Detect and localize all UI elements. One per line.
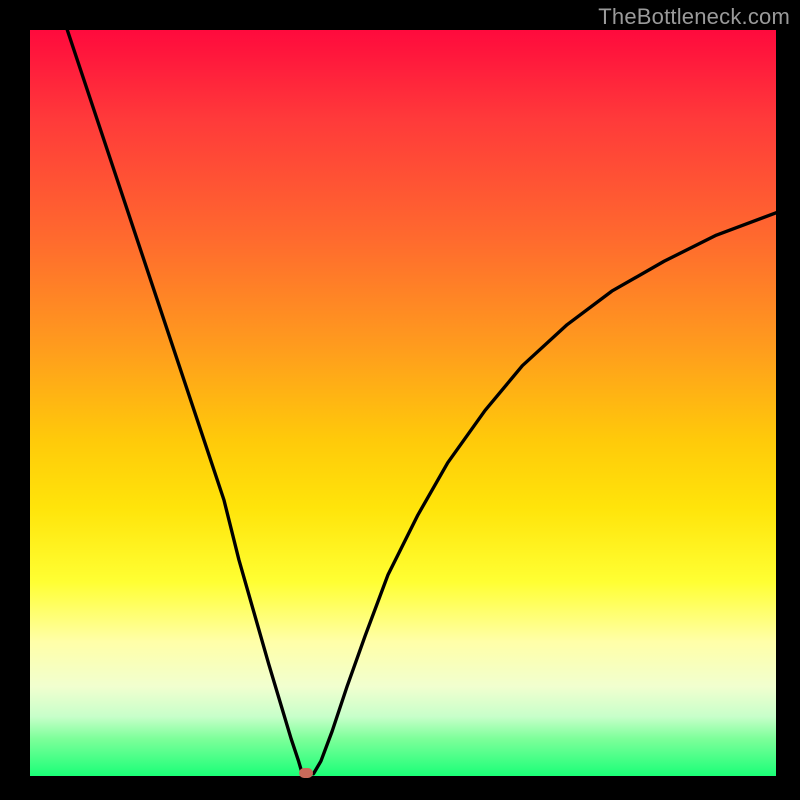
minimum-marker [299,768,313,778]
curve-layer [30,30,776,776]
curve-right-branch [313,213,776,774]
plot-area [30,30,776,776]
chart-frame: TheBottleneck.com [0,0,800,800]
curve-left-branch [67,30,302,774]
watermark-text: TheBottleneck.com [598,4,790,30]
